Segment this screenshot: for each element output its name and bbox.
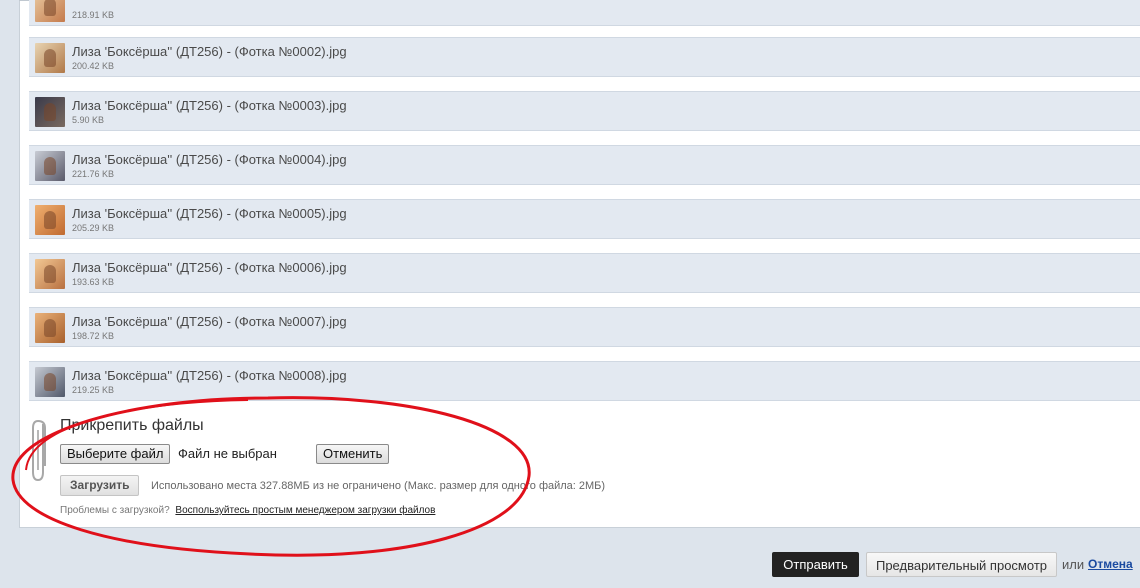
file-thumbnail: [35, 367, 65, 397]
no-file-selected-text: Файл не выбран: [178, 446, 277, 461]
file-name: Лиза 'Боксёрша'' (ДТ256) - (Фотка №0006)…: [72, 260, 347, 275]
file-thumbnail: [35, 151, 65, 181]
page-background: [0, 0, 10, 588]
file-size: 193.63 KB: [72, 277, 115, 287]
file-name: Лиза 'Боксёрша'' (ДТ256) - (Фотка №0004)…: [72, 152, 347, 167]
file-row[interactable]: Лиза 'Боксёрша'' (ДТ256) - (Фотка №0002)…: [29, 37, 1140, 77]
file-size: 221.76 KB: [72, 169, 115, 179]
choose-file-button[interactable]: Выберите файл: [60, 444, 171, 464]
file-row[interactable]: Лиза 'Боксёрша'' (ДТ256) - (Фотка №0005)…: [29, 199, 1140, 239]
file-row[interactable]: Лиза 'Боксёрша'' (ДТ256) - (Фотка №0007)…: [29, 307, 1140, 347]
cancel-selection-button[interactable]: Отменить: [316, 444, 390, 464]
file-thumbnail: [35, 205, 65, 235]
upload-button[interactable]: Загрузить: [60, 475, 140, 496]
or-text: или: [1062, 557, 1085, 572]
attach-files-title: Прикрепить файлы: [60, 417, 204, 434]
paperclip-icon: [32, 419, 46, 482]
file-thumbnail: [35, 259, 65, 289]
upload-problems-text: Проблемы с загрузкой?: [60, 505, 170, 516]
preview-button[interactable]: Предварительный просмотр: [866, 552, 1057, 577]
file-size: 5.90 KB: [72, 115, 105, 125]
file-row[interactable]: 218.91 KB: [29, 0, 1140, 26]
file-thumbnail: [35, 97, 65, 127]
simple-upload-manager-link[interactable]: Воспользуйтесь простым менеджером загруз…: [175, 505, 435, 516]
file-name: Лиза 'Боксёрша'' (ДТ256) - (Фотка №0002)…: [72, 44, 347, 59]
file-thumbnail: [35, 313, 65, 343]
file-thumbnail: [35, 0, 65, 22]
send-button[interactable]: Отправить: [772, 552, 859, 577]
file-row[interactable]: Лиза 'Боксёрша'' (ДТ256) - (Фотка №0008)…: [29, 361, 1140, 401]
file-size: 198.72 KB: [72, 331, 115, 341]
storage-usage-text: Использовано места 327.88МБ из не ограни…: [151, 480, 606, 492]
file-name: Лиза 'Боксёрша'' (ДТ256) - (Фотка №0008)…: [72, 368, 347, 383]
file-size: 219.25 KB: [72, 385, 115, 395]
file-thumbnail: [35, 43, 65, 73]
file-size: 218.91 KB: [72, 10, 115, 20]
upload-problems-line: Проблемы с загрузкой? Воспользуйтесь про…: [60, 505, 435, 516]
file-row[interactable]: Лиза 'Боксёрша'' (ДТ256) - (Фотка №0006)…: [29, 253, 1140, 293]
file-name: Лиза 'Боксёрша'' (ДТ256) - (Фотка №0005)…: [72, 206, 347, 221]
file-size: 200.42 KB: [72, 61, 115, 71]
file-row[interactable]: Лиза 'Боксёрша'' (ДТ256) - (Фотка №0003)…: [29, 91, 1140, 131]
file-size: 205.29 KB: [72, 223, 115, 233]
file-row[interactable]: Лиза 'Боксёрша'' (ДТ256) - (Фотка №0004)…: [29, 145, 1140, 185]
cancel-link[interactable]: Отмена: [1088, 557, 1133, 571]
file-name: Лиза 'Боксёрша'' (ДТ256) - (Фотка №0007)…: [72, 314, 347, 329]
file-name: Лиза 'Боксёрша'' (ДТ256) - (Фотка №0003)…: [72, 98, 347, 113]
